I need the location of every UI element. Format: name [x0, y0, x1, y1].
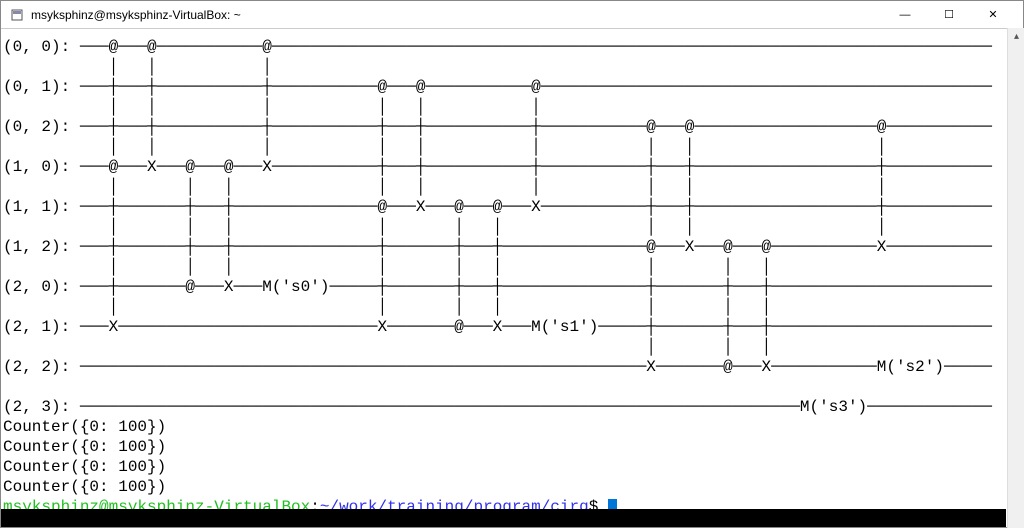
maximize-button[interactable]: ☐ [927, 2, 971, 28]
app-icon [9, 7, 25, 23]
circuit-line: (2, 3): ────────────────────────────────… [3, 398, 992, 416]
circuit-line: (1, 1): ───┼───────┼───┼───────────────@… [3, 198, 992, 216]
window-controls: — ☐ ✕ [883, 2, 1015, 28]
counter-line: Counter({0: 100}) [3, 458, 166, 476]
circuit-line: (0, 1): ───┼───┼───────────┼───────────@… [3, 78, 992, 96]
circuit-line: │ │ │ │ │ │ │ │ │ [3, 258, 771, 276]
terminal-window: msyksphinz@msyksphinz-VirtualBox: ~ — ☐ … [0, 0, 1024, 528]
circuit-line: │ │ │ │ │ │ │ │ │ [3, 218, 886, 236]
circuit-line: │ │ │ │ │ │ │ │ │ [3, 138, 886, 156]
counter-line: Counter({0: 100}) [3, 438, 166, 456]
circuit-line: │ │ │ │ │ │ │ [3, 298, 771, 316]
circuit-line: (2, 0): ───┼───────@───X───M('s0')─────┼… [3, 278, 992, 296]
counter-line: Counter({0: 100}) [3, 478, 166, 496]
circuit-line: (0, 0): ───@───@───────────@────────────… [3, 38, 992, 56]
bottom-bar [1, 509, 1006, 527]
close-button[interactable]: ✕ [971, 2, 1015, 28]
circuit-line: │ │ │ │ │ │ │ │ │ [3, 178, 886, 196]
scrollbar[interactable]: ▴ [1007, 28, 1024, 528]
circuit-line: (1, 0): ───@───X───@───@───X───────────┼… [3, 158, 992, 176]
circuit-line: │ │ │ [3, 338, 771, 356]
scroll-up-icon[interactable]: ▴ [1008, 28, 1024, 45]
circuit-line: (2, 1): ───X───────────────────────────X… [3, 318, 992, 336]
terminal-output[interactable]: (0, 0): ───@───@───────────@────────────… [1, 29, 1023, 527]
titlebar: msyksphinz@msyksphinz-VirtualBox: ~ — ☐ … [1, 1, 1023, 29]
circuit-line: (0, 2): ───┼───┼───────────┼───────────┼… [3, 118, 992, 136]
circuit-line: │ │ │ [3, 58, 272, 76]
circuit-line: │ │ │ │ │ │ [3, 98, 541, 116]
window-title: msyksphinz@msyksphinz-VirtualBox: ~ [31, 8, 883, 22]
circuit-line: (1, 2): ───┼───────┼───┼───────────────┼… [3, 238, 992, 256]
minimize-button[interactable]: — [883, 2, 927, 28]
counter-line: Counter({0: 100}) [3, 418, 166, 436]
circuit-line: (2, 2): ────────────────────────────────… [3, 358, 992, 376]
